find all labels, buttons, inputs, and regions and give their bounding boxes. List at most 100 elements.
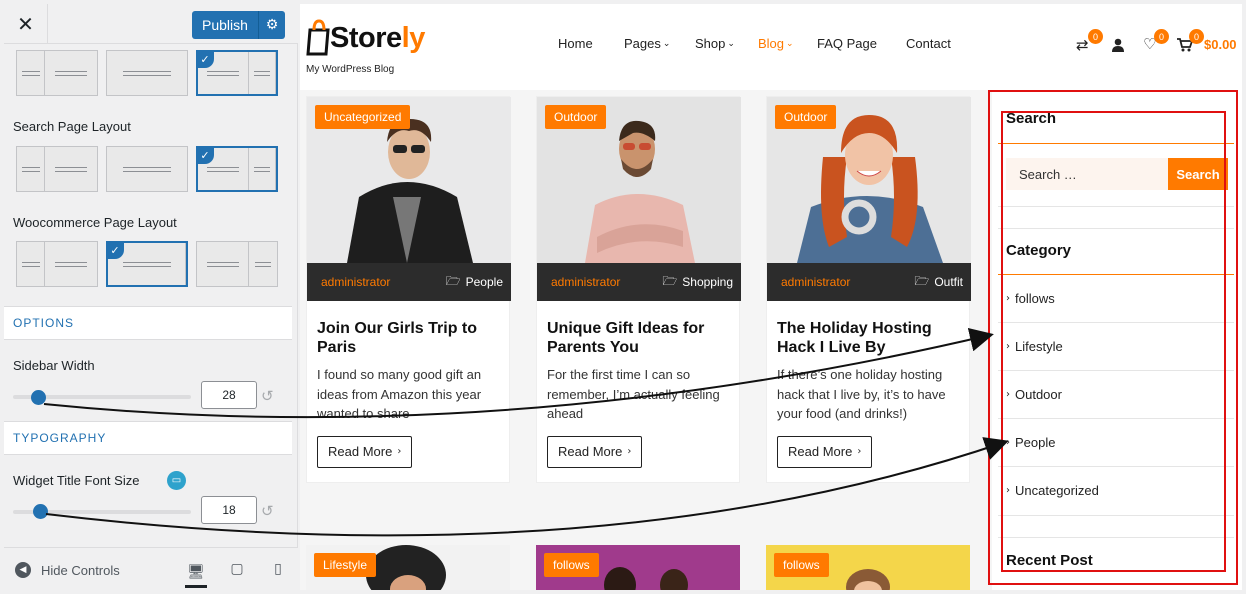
post-tag[interactable]: 🗁 Outfit [914,272,963,293]
post-image[interactable]: Uncategorized [307,97,511,263]
nav-faq[interactable]: FAQ Page [817,36,877,51]
user-icon[interactable] [1111,38,1125,52]
hide-controls-icon[interactable]: ◀ [15,562,31,578]
layout-option-right-sidebar[interactable] [196,241,278,287]
nav-pages[interactable]: Pages ⌄ [624,36,670,51]
post-image[interactable]: Outdoor [537,97,741,263]
divider [998,537,1234,538]
category-label: Outdoor [1015,387,1062,402]
nav-blog[interactable]: Blog ⌄ [758,36,794,51]
read-more-label: Read More [328,444,393,459]
site-logo[interactable]: Storely [330,22,425,55]
category-badge[interactable]: Outdoor [775,105,837,129]
divider [998,228,1234,229]
post-author[interactable]: administrator [321,275,390,289]
search-button[interactable]: Search [1168,158,1228,190]
post-card: follows [536,545,740,590]
layout-option-left-sidebar[interactable] [16,50,98,96]
divider [998,206,1234,207]
sidebar-width-input[interactable]: 28 [201,381,257,409]
divider [998,466,1234,467]
sidebar-category-people[interactable]: › People [1006,435,1055,450]
gear-icon[interactable]: ⚙ [258,11,285,39]
search-input[interactable]: Search … [1006,158,1168,190]
desktop-device-icon[interactable]: ▭ [167,471,186,490]
site-header: Storely My WordPress Blog Home Pages ⌄ Sh… [300,4,1242,90]
reset-icon[interactable]: ↺ [261,502,274,520]
post-excerpt: For the first time I can so remember, I’… [547,367,720,421]
sidebar-width-thumb[interactable] [30,390,46,405]
nav-shop[interactable]: Shop ⌄ [695,36,735,51]
post-author[interactable]: administrator [781,275,850,289]
close-icon[interactable]: ✕ [4,4,48,44]
nav-home[interactable]: Home [558,36,593,51]
cart-total[interactable]: $0.00 [1204,37,1237,52]
publish-button[interactable]: Publish ⚙ [192,11,285,39]
sidebar-category-lifestyle[interactable]: › Lifestyle [1006,339,1063,354]
post-title[interactable]: Join Our Girls Trip to Paris [317,319,499,357]
layout-option-full-width[interactable] [106,50,188,96]
post-excerpt: If there’s one holiday hosting hack that… [777,367,946,421]
post-title[interactable]: The Holiday Hosting Hack I Live By [777,319,959,357]
mobile-preview-icon[interactable]: ▯ [267,558,289,580]
layout-option-right-sidebar[interactable]: ✓ [196,50,278,96]
sidebar-category-outdoor[interactable]: › Outdoor [1006,387,1062,402]
chevron-down-icon: ⌄ [727,38,735,49]
read-more-button[interactable]: Read More › [547,435,643,468]
layout-option-right-sidebar[interactable]: ✓ [196,146,278,192]
folder-icon: 🗁 [445,273,461,288]
logo-suffix: ly [401,22,426,54]
category-label: Uncategorized [1015,483,1099,498]
chevron-right-icon: › [857,446,862,457]
post-image[interactable]: Outdoor [767,97,971,263]
post-card: Lifestyle [306,545,510,590]
widget-font-size-thumb[interactable] [32,504,48,519]
category-badge[interactable]: Outdoor [545,105,607,129]
read-more-button[interactable]: Read More › [777,435,873,468]
category-badge[interactable]: follows [774,553,829,577]
layout-option-full-width[interactable]: ✓ [106,241,188,287]
post-tag[interactable]: 🗁 People [446,272,503,293]
category-badge[interactable]: follows [544,553,599,577]
folder-icon: 🗁 [662,273,678,288]
nav-faq-label: FAQ Page [817,36,877,51]
search-layout-label: Search Page Layout [13,119,131,134]
compare-icon[interactable]: ⇄ [1076,36,1089,54]
sidebar-category-uncategorized[interactable]: › Uncategorized [1006,483,1099,498]
tablet-preview-icon[interactable]: ▢ [226,558,248,580]
sidebar-category-follows[interactable]: › follows [1006,291,1055,306]
post-title[interactable]: Unique Gift Ideas for Parents You [547,319,729,357]
logo-prefix: Store [330,22,402,54]
check-icon: ✓ [196,146,214,164]
post-meta-bar: administrator 🗁 Shopping [537,263,741,301]
chevron-right-icon: › [1006,293,1010,304]
chevron-right-icon: › [1006,485,1010,496]
layout-row-woocommerce: ✓ [16,241,278,287]
post-body: The Holiday Hosting Hack I Live By If th… [767,301,969,482]
chevron-down-icon: ⌄ [786,38,794,49]
divider [998,143,1234,144]
nav-home-label: Home [558,36,593,51]
desktop-preview-icon[interactable]: 🖥 [185,558,207,588]
layout-option-left-sidebar[interactable] [16,241,98,287]
category-badge[interactable]: Lifestyle [314,553,377,577]
category-label: follows [1015,291,1055,306]
category-badge[interactable]: Uncategorized [315,105,411,129]
widget-font-size-input[interactable]: 18 [201,496,257,524]
post-author[interactable]: administrator [551,275,620,289]
divider [998,515,1234,516]
post-card: follows [766,545,970,590]
chevron-right-icon: › [1006,437,1010,448]
divider [998,274,1234,275]
read-more-button[interactable]: Read More › [317,435,413,468]
reset-icon[interactable]: ↺ [261,387,274,405]
customizer-panel: ✕ Publish ⚙ ✓ Search Page Layout ✓ Wooco… [4,4,298,590]
post-tag[interactable]: 🗁 Shopping [662,272,733,293]
woo-layout-label: Woocommerce Page Layout [13,215,177,230]
hide-controls-label[interactable]: Hide Controls [41,563,120,578]
post-card: Outdoor administrator 🗁 Outfit The Holida… [766,96,971,483]
divider [998,322,1234,323]
layout-option-full-width[interactable] [106,146,188,192]
layout-option-left-sidebar[interactable] [16,146,98,192]
nav-contact[interactable]: Contact [906,36,951,51]
